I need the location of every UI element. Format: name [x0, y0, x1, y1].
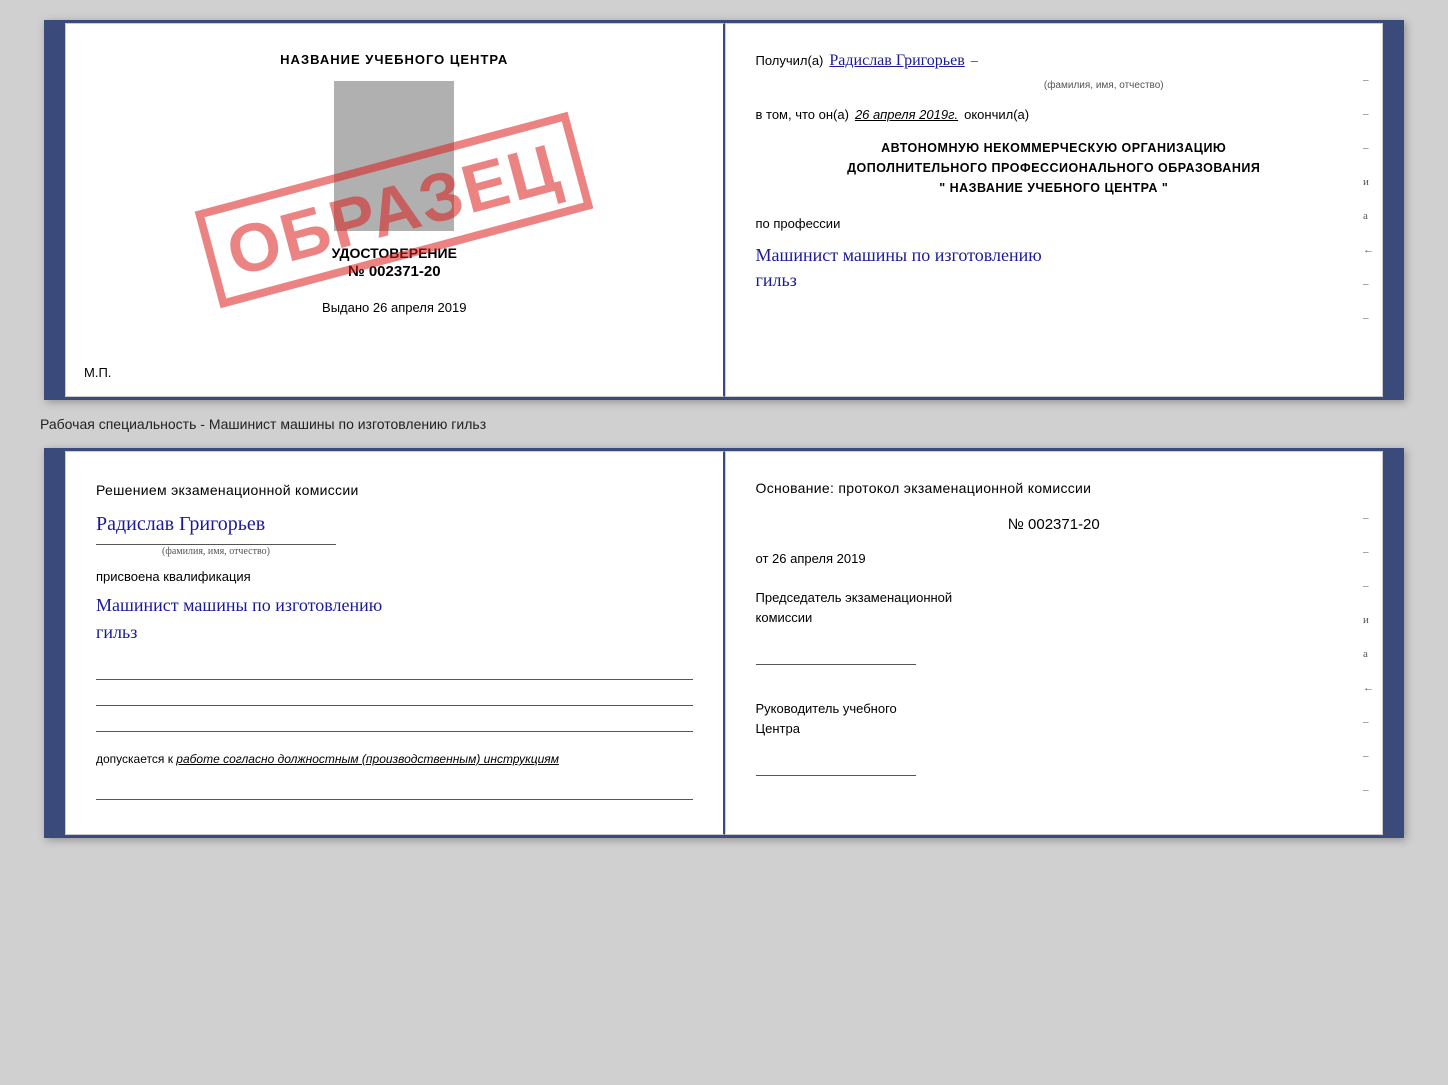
vtom-label: в том, что он(а) [756, 107, 849, 122]
qual-assigned-label: присвоена квалификация [96, 569, 693, 584]
cert-school-title: НАЗВАНИЕ УЧЕБНОГО ЦЕНТРА [280, 52, 508, 67]
cert-right-page: Получил(а) Радислав Григорьев – (фамилия… [725, 23, 1384, 397]
poluchil-label: Получил(а) [756, 53, 824, 68]
left-spine [47, 23, 65, 397]
rukovoditel-role: Руководитель учебного Центра [756, 699, 1353, 738]
resheniye-title: Решением экзаменационной комиссии [96, 480, 693, 501]
underline-1 [96, 662, 693, 680]
dopusk-text: работе согласно должностным (производств… [176, 752, 559, 766]
qual-left-page: Решением экзаменационной комиссии Радисл… [65, 451, 725, 835]
qual-fio-label: (фамилия, имя, отчество) [96, 544, 336, 557]
underline-2 [96, 688, 693, 706]
top-certificate: НАЗВАНИЕ УЧЕБНОГО ЦЕНТРА УДОСТОВЕРЕНИЕ №… [44, 20, 1404, 400]
cert-udostoverenie-label: УДОСТОВЕРЕНИЕ [332, 245, 457, 261]
org-name: " НАЗВАНИЕ УЧЕБНОГО ЦЕНТРА " [756, 178, 1353, 198]
qual-date-line: от 26 апреля 2019 [756, 551, 1353, 566]
fio-sublabel: (фамилия, имя, отчество) [856, 80, 1353, 91]
cert-left-page: НАЗВАНИЕ УЧЕБНОГО ЦЕНТРА УДОСТОВЕРЕНИЕ №… [65, 23, 725, 397]
cert-number: № 002371-20 [348, 263, 441, 280]
qual-date: 26 апреля 2019 [772, 551, 866, 566]
recipient-name: Радислав Григорьев [829, 52, 964, 70]
predsedatel-role: Председатель экзаменационной комиссии [756, 588, 1353, 627]
profession-label: по профессии [756, 216, 1353, 231]
org-block: АВТОНОМНУЮ НЕКОММЕРЧЕСКУЮ ОРГАНИЗАЦИЮ ДО… [756, 138, 1353, 198]
ot-label: от [756, 551, 769, 566]
vydano-date: 26 апреля 2019 [373, 300, 467, 315]
cert-vydano: Выдано 26 апреля 2019 [322, 300, 466, 315]
osnovaniye-title: Основание: протокол экзаменационной коми… [756, 480, 1353, 496]
cert-mp: М.П. [84, 365, 111, 380]
qual-number: № 002371-20 [756, 516, 1353, 533]
completion-date: 26 апреля 2019г. [855, 107, 958, 122]
bottom-certificate: Решением экзаменационной комиссии Радисл… [44, 448, 1404, 838]
right-spine [1383, 23, 1401, 397]
qual-profession: Машинист машины по изготовлению гильз [96, 592, 693, 646]
qual-bottom-underline [96, 784, 693, 800]
org-line1: АВТОНОМНУЮ НЕКОММЕРЧЕСКУЮ ОРГАНИЗАЦИЮ [756, 138, 1353, 158]
predsedatel-sign-line [756, 645, 916, 665]
rukovoditel-sign-line [756, 756, 916, 776]
dopusk-label: допускается к [96, 752, 173, 766]
bottom-left-spine [47, 451, 65, 835]
org-line2: ДОПОЛНИТЕЛЬНОГО ПРОФЕССИОНАЛЬНОГО ОБРАЗО… [756, 158, 1353, 178]
qual-right-page: Основание: протокол экзаменационной коми… [725, 451, 1384, 835]
side-marks: – – – и а ← – – [1363, 74, 1374, 324]
bottom-side-marks: – – – и а ← – – – [1363, 512, 1374, 796]
vydano-label: Выдано [322, 300, 369, 315]
recipient-line: Получил(а) Радислав Григорьев – [756, 52, 1353, 70]
vtom-line: в том, что он(а) 26 апреля 2019г. окончи… [756, 107, 1353, 122]
profession-handwriting: Машинист машины по изготовлению гильз [756, 243, 1353, 293]
photo-placeholder [334, 81, 454, 231]
qual-dopusk: допускается к работе согласно должностны… [96, 750, 693, 768]
bottom-right-spine [1383, 451, 1401, 835]
underline-3 [96, 714, 693, 732]
okonchil-label: окончил(а) [964, 107, 1029, 122]
qual-underlines [96, 662, 693, 732]
qual-name-handwriting: Радислав Григорьев [96, 513, 693, 536]
separator-label: Рабочая специальность - Машинист машины … [20, 416, 486, 432]
